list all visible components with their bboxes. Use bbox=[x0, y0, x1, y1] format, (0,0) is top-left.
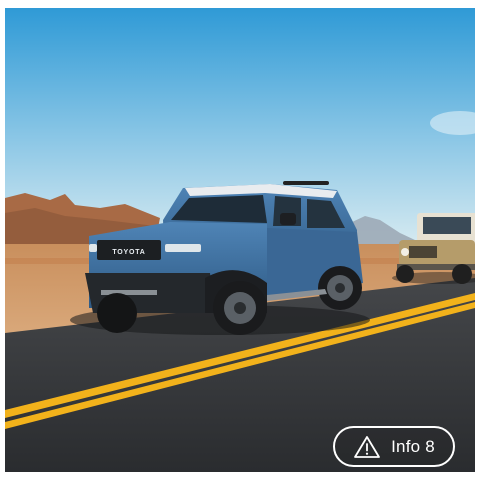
photo-illustration: TOYOTA bbox=[5, 8, 475, 472]
vehicle-photo: TOYOTA bbox=[5, 8, 475, 472]
page-frame: TOYOTA Info 8 bbox=[0, 0, 480, 479]
info-badge-button[interactable]: Info 8 bbox=[333, 426, 455, 467]
info-badge-label: Info 8 bbox=[391, 436, 435, 456]
grille-lettering: TOYOTA bbox=[112, 249, 145, 256]
warning-triangle-icon bbox=[353, 435, 381, 459]
